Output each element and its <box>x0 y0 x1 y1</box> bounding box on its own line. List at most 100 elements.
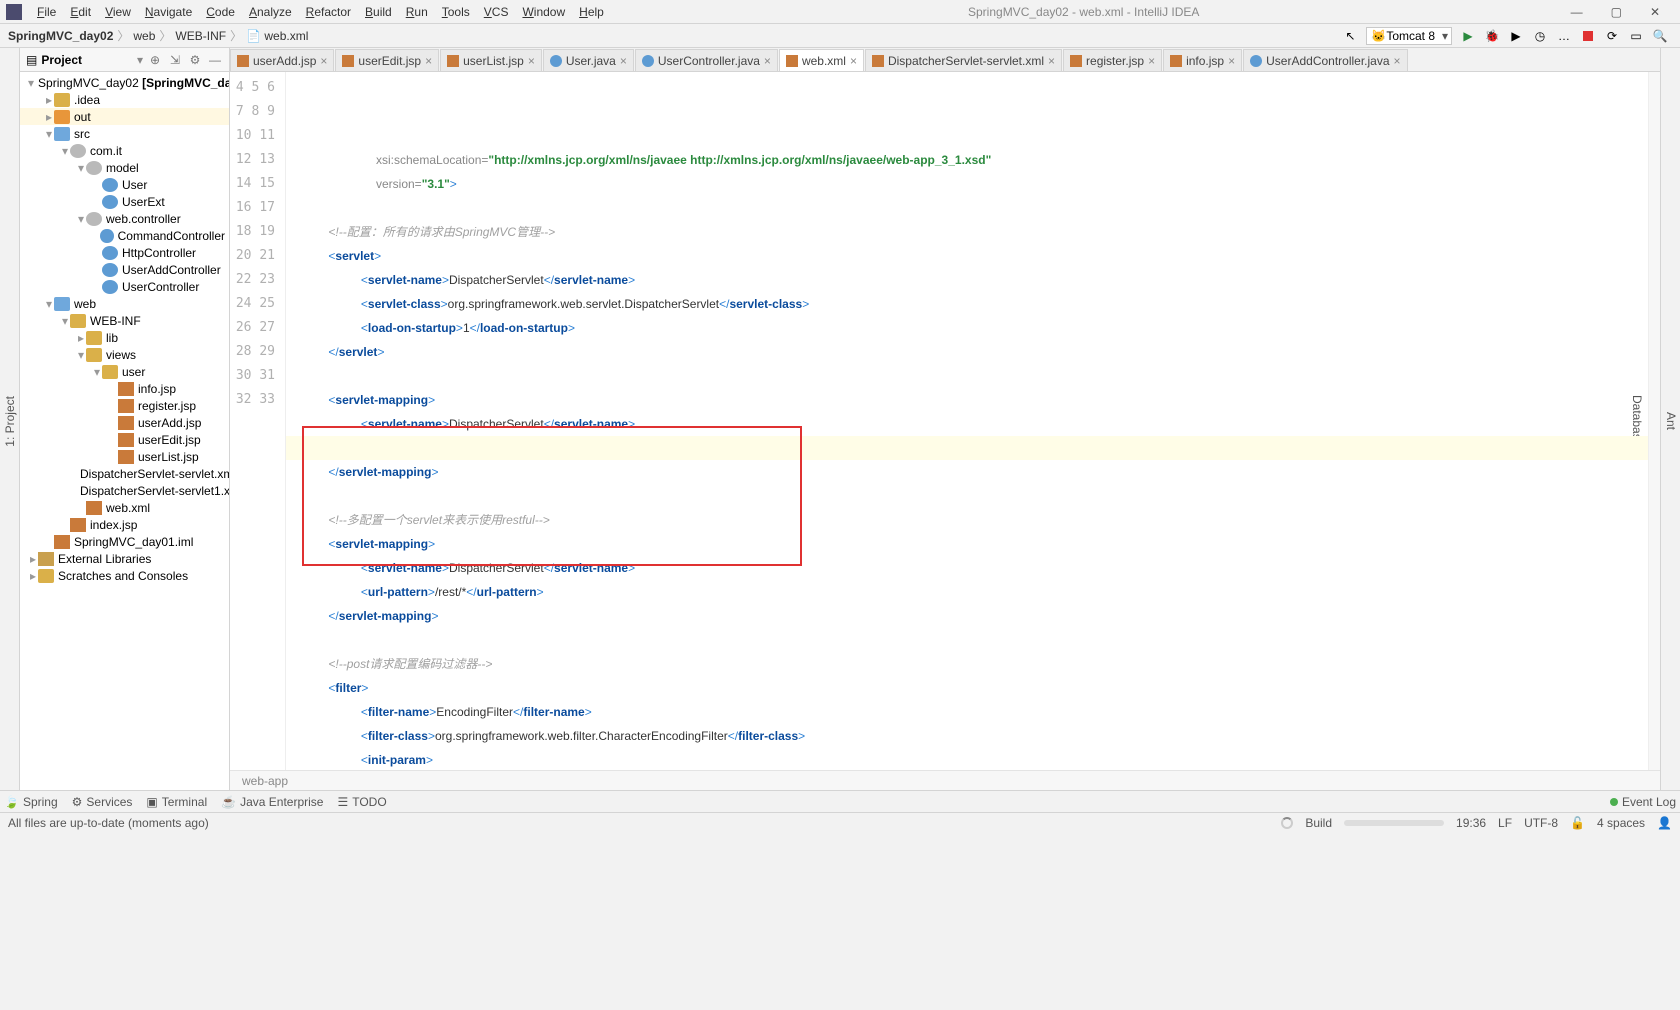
tree-node[interactable]: userAdd.jsp <box>20 414 229 431</box>
code-editor[interactable]: 4 5 6 7 8 9 10 11 12 13 14 15 16 17 18 1… <box>230 72 1660 770</box>
tree-node[interactable]: UserAddController <box>20 261 229 278</box>
menu-view[interactable]: View <box>98 5 138 19</box>
locate-icon[interactable]: ⊕ <box>147 52 163 68</box>
back-button[interactable]: ↖ <box>1340 26 1360 46</box>
menu-file[interactable]: File <box>30 5 63 19</box>
editor-tab[interactable]: userList.jsp× <box>440 49 542 71</box>
debug-button[interactable]: 🐞 <box>1482 26 1502 46</box>
close-window-button[interactable]: ✕ <box>1636 5 1674 19</box>
editor-tab[interactable]: UserAddController.java× <box>1243 49 1407 71</box>
editor-error-strip[interactable] <box>1648 72 1660 770</box>
breadcrumb-part[interactable]: web <box>133 29 155 43</box>
run-button[interactable]: ▶ <box>1458 26 1478 46</box>
gear-icon[interactable]: ⚙ <box>187 52 203 68</box>
breadcrumb-part[interactable]: WEB-INF <box>175 29 226 43</box>
tree-node[interactable]: ▸Scratches and Consoles <box>20 567 229 584</box>
editor-tab[interactable]: userEdit.jsp× <box>335 49 439 71</box>
menu-window[interactable]: Window <box>515 5 572 19</box>
coverage-button[interactable]: ▶ <box>1506 26 1526 46</box>
code-content[interactable]: xsi:schemaLocation="http://xmlns.jcp.org… <box>286 72 1648 770</box>
tree-node[interactable]: ▾WEB-INF <box>20 312 229 329</box>
tree-node[interactable]: ▸out <box>20 108 229 125</box>
tool-project-tab[interactable]: 1: Project <box>1 390 19 453</box>
tree-node[interactable]: ▾user <box>20 363 229 380</box>
menu-run[interactable]: Run <box>399 5 435 19</box>
update-button[interactable]: ⟳ <box>1602 26 1622 46</box>
project-tree[interactable]: ▾SpringMVC_day02 [SpringMVC_day0▸.idea▸o… <box>20 72 229 790</box>
tree-node[interactable]: ▾SpringMVC_day02 [SpringMVC_day0 <box>20 74 229 91</box>
close-tab-icon[interactable]: × <box>1148 54 1155 68</box>
tree-node[interactable]: index.jsp <box>20 516 229 533</box>
tree-node[interactable]: ▾web <box>20 295 229 312</box>
close-tab-icon[interactable]: × <box>1048 54 1055 68</box>
tree-node[interactable]: userEdit.jsp <box>20 431 229 448</box>
tree-node[interactable]: ▾src <box>20 125 229 142</box>
editor-tab[interactable]: UserController.java× <box>635 49 778 71</box>
menu-tools[interactable]: Tools <box>435 5 477 19</box>
menu-help[interactable]: Help <box>572 5 611 19</box>
tree-node[interactable]: ▾views <box>20 346 229 363</box>
close-tab-icon[interactable]: × <box>425 54 432 68</box>
tree-node[interactable]: ▾model <box>20 159 229 176</box>
menu-vcs[interactable]: VCS <box>477 5 516 19</box>
file-encoding[interactable]: UTF-8 <box>1524 816 1558 830</box>
menu-edit[interactable]: Edit <box>63 5 98 19</box>
run-config-combo[interactable]: 🐱 Tomcat 8 <box>1366 27 1452 45</box>
tree-node[interactable]: HttpController <box>20 244 229 261</box>
editor-tab[interactable]: userAdd.jsp× <box>230 49 334 71</box>
editor-tab[interactable]: info.jsp× <box>1163 49 1242 71</box>
tree-node[interactable]: ▸.idea <box>20 91 229 108</box>
breadcrumb-file[interactable]: 📄 web.xml <box>246 29 308 43</box>
editor-tab[interactable]: register.jsp× <box>1063 49 1162 71</box>
editor-tab[interactable]: User.java× <box>543 49 634 71</box>
tool-spring-tab[interactable]: 🍃 Spring <box>4 795 58 809</box>
menu-code[interactable]: Code <box>199 5 242 19</box>
tree-node[interactable]: DispatcherServlet-servlet1.xr <box>20 482 229 499</box>
tool-terminal-tab[interactable]: ▣ Terminal <box>146 795 207 809</box>
close-tab-icon[interactable]: × <box>528 54 535 68</box>
indent-info[interactable]: 4 spaces <box>1597 816 1645 830</box>
tree-node[interactable]: SpringMVC_day01.iml <box>20 533 229 550</box>
editor-tab[interactable]: web.xml× <box>779 49 864 71</box>
editor-tab[interactable]: DispatcherServlet-servlet.xml× <box>865 49 1062 71</box>
tree-node[interactable]: ▸External Libraries <box>20 550 229 567</box>
tree-node[interactable]: DispatcherServlet-servlet.xm <box>20 465 229 482</box>
tool-ant-tab[interactable]: Ant <box>1662 406 1680 436</box>
menu-refactor[interactable]: Refactor <box>299 5 358 19</box>
tool-todo-tab[interactable]: ☰ TODO <box>337 795 386 809</box>
tree-node[interactable]: UserController <box>20 278 229 295</box>
tree-node[interactable]: ▾com.it <box>20 142 229 159</box>
collapse-icon[interactable]: ⇲ <box>167 52 183 68</box>
tree-node[interactable]: info.jsp <box>20 380 229 397</box>
line-ending[interactable]: LF <box>1498 816 1512 830</box>
menu-navigate[interactable]: Navigate <box>138 5 199 19</box>
code-crumb-bar[interactable]: web-app <box>230 770 1660 790</box>
maximize-button[interactable]: ▢ <box>1597 5 1636 19</box>
tree-node[interactable]: User <box>20 176 229 193</box>
event-log-tab[interactable]: Event Log <box>1610 795 1676 809</box>
structure-button[interactable]: ▭ <box>1626 26 1646 46</box>
tree-node[interactable]: web.xml <box>20 499 229 516</box>
lock-icon[interactable]: 🔓 <box>1570 816 1585 830</box>
tool-services-tab[interactable]: ⚙ Services <box>72 795 133 809</box>
tree-node[interactable]: userList.jsp <box>20 448 229 465</box>
cursor-pos[interactable]: 19:36 <box>1456 816 1486 830</box>
tree-node[interactable]: CommandController <box>20 227 229 244</box>
stop-button[interactable] <box>1578 26 1598 46</box>
close-tab-icon[interactable]: × <box>620 54 627 68</box>
close-tab-icon[interactable]: × <box>1394 54 1401 68</box>
close-tab-icon[interactable]: × <box>764 54 771 68</box>
tree-node[interactable]: ▸lib <box>20 329 229 346</box>
tool-javaee-tab[interactable]: ☕ Java Enterprise <box>221 795 323 809</box>
close-tab-icon[interactable]: × <box>850 54 857 68</box>
tree-node[interactable]: UserExt <box>20 193 229 210</box>
close-tab-icon[interactable]: × <box>320 54 327 68</box>
minimize-button[interactable]: — <box>1557 5 1597 19</box>
search-button[interactable]: 🔍 <box>1650 26 1670 46</box>
tree-node[interactable]: register.jsp <box>20 397 229 414</box>
hide-panel-icon[interactable]: — <box>207 52 223 68</box>
inspect-icon[interactable]: 👤 <box>1657 816 1672 830</box>
breadcrumb-root[interactable]: SpringMVC_day02 <box>8 29 113 43</box>
menu-analyze[interactable]: Analyze <box>242 5 299 19</box>
tree-node[interactable]: ▾web.controller <box>20 210 229 227</box>
